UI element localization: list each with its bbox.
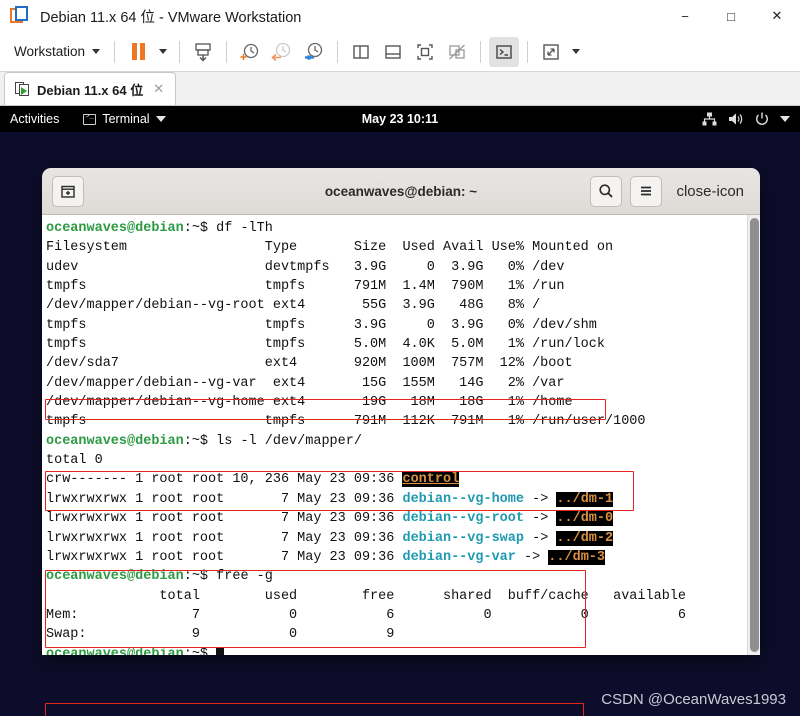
terminal-line: lrwxrwxrwx 1 root root 7 May 23 09:36 de… <box>46 511 614 527</box>
fullscreen-button[interactable] <box>410 37 440 67</box>
terminal-headerbar: oceanwaves@debian: ~ close-icon <box>42 168 760 215</box>
fullscreen-icon <box>417 43 433 60</box>
stretch-dropdown-button[interactable] <box>568 37 584 67</box>
toolbar-divider <box>226 40 228 63</box>
toolbar-divider <box>480 40 482 63</box>
unity-mode-icon <box>449 44 465 59</box>
terminal-search-button[interactable] <box>590 175 623 207</box>
terminal-line: oceanwaves@debian:~$ df -lTh <box>46 221 273 236</box>
terminal-line: lrwxrwxrwx 1 root root 7 May 23 09:36 de… <box>46 530 614 546</box>
gnome-top-bar: Activities Terminal May 23 10:11 <box>0 106 800 132</box>
terminal-line: oceanwaves@debian:~$ free -g <box>46 569 273 585</box>
pause-dropdown-button[interactable] <box>155 37 171 67</box>
terminal-line: /dev/mapper/debian--vg-var ext4 15G 155M… <box>46 375 565 391</box>
show-bottom-panel-button[interactable] <box>378 37 408 67</box>
vmware-toolbar: Workstation <box>0 32 800 72</box>
volume-icon <box>729 113 743 125</box>
sidebar-panel-icon <box>353 44 369 59</box>
terminal-line: Mem: 7 0 6 0 0 6 <box>46 607 687 623</box>
close-button[interactable]: ✕ <box>754 0 800 32</box>
show-sidebar-button[interactable] <box>346 37 376 67</box>
guest-screen: Activities Terminal May 23 10:11 <box>0 106 800 716</box>
take-snapshot-button[interactable] <box>235 37 265 67</box>
console-view-button[interactable] <box>489 36 520 67</box>
workstation-menu-label: Workstation <box>14 44 86 59</box>
pause-icon <box>131 43 145 60</box>
terminal-line: oceanwaves@debian:~$ <box>46 645 747 655</box>
hamburger-menu-icon <box>641 186 652 196</box>
window-controls: − □ ✕ <box>662 0 800 32</box>
vmware-logo-icon <box>10 6 30 26</box>
terminal-scrollbar[interactable] <box>747 215 760 655</box>
terminal-console-icon <box>496 44 512 59</box>
power-icon <box>756 112 768 125</box>
terminal-line: total 0 <box>46 453 103 469</box>
stretch-view-button[interactable] <box>536 37 566 67</box>
terminal-line: Filesystem Type Size Used Avail Use% Mou… <box>46 240 614 256</box>
pause-vm-button[interactable] <box>123 37 153 67</box>
vm-tabstrip: Debian 11.x 64 位 ✕ <box>0 72 800 106</box>
terminal-line: udev devtmpfs 3.9G 0 3.9G 0% /dev <box>46 259 565 275</box>
window-title: Debian 11.x 64 位 - VMware Workstation <box>40 9 302 26</box>
unity-mode-button[interactable] <box>442 37 472 67</box>
terminal-icon <box>83 113 97 125</box>
vm-tab-debian[interactable]: Debian 11.x 64 位 ✕ <box>4 72 177 105</box>
vmware-titlebar: Debian 11.x 64 位 - VMware Workstation − … <box>0 0 800 32</box>
search-icon <box>599 184 614 198</box>
maximize-button[interactable]: □ <box>708 0 754 32</box>
vm-tab-close-button[interactable]: ✕ <box>150 81 167 97</box>
snapshot-manage-icon <box>305 42 323 60</box>
terminal-line: total used free shared buff/cache availa… <box>46 588 687 604</box>
toolbar-divider <box>179 40 181 63</box>
scrollbar-thumb[interactable] <box>750 218 759 652</box>
new-tab-button[interactable] <box>52 175 84 207</box>
terminal-line: tmpfs tmpfs 5.0M 4.0K 5.0M 1% /run/lock <box>46 337 605 353</box>
terminal-line: oceanwaves@debian:~$ ls -l /dev/mapper/ <box>46 433 362 449</box>
system-menu-caret-icon <box>780 116 790 122</box>
terminal-line: lrwxrwxrwx 1 root root 7 May 23 09:36 de… <box>46 491 614 507</box>
terminal-menu-button[interactable] <box>630 175 663 207</box>
watermark: CSDN @OceanWaves1993 <box>601 691 786 708</box>
chevron-down-icon <box>572 49 581 54</box>
gnome-system-tray[interactable] <box>702 112 790 126</box>
minimize-button[interactable]: − <box>662 0 708 32</box>
terminal-body[interactable]: oceanwaves@debian:~$ df -lTh Filesystem T… <box>42 215 760 655</box>
expand-arrows-icon <box>543 43 559 60</box>
terminal-line: tmpfs tmpfs 791M 112K 791M 1% /run/user/… <box>46 414 646 430</box>
bottom-panel-icon <box>385 44 401 59</box>
vm-running-icon <box>15 82 30 96</box>
terminal-line: lrwxrwxrwx 1 root root 7 May 23 09:36 de… <box>46 549 606 565</box>
manage-snapshots-button[interactable] <box>299 37 329 67</box>
snapshot-revert-icon <box>271 42 291 61</box>
terminal-line: tmpfs tmpfs 3.9G 0 3.9G 0% /dev/shm <box>46 317 597 333</box>
toolbar-divider <box>527 40 529 63</box>
terminal-line: tmpfs tmpfs 791M 1.4M 790M 1% /run <box>46 279 565 295</box>
terminal-line: crw------- 1 root root 10, 236 May 23 09… <box>46 472 460 488</box>
toolbar-divider <box>337 40 339 63</box>
keyboard-send-icon <box>195 42 211 62</box>
revert-snapshot-button[interactable] <box>267 37 297 67</box>
workstation-menu-button[interactable]: Workstation <box>6 40 106 63</box>
send-ctrl-alt-del-button[interactable] <box>188 37 218 67</box>
snapshot-add-icon <box>240 43 259 60</box>
terminal-window: oceanwaves@debian: ~ close-icon oceanwav… <box>42 168 760 655</box>
terminal-line: /dev/sda7 ext4 920M 100M 757M 12% /boot <box>46 356 573 372</box>
vm-tab-label: Debian 11.x 64 位 <box>37 82 144 98</box>
activities-button[interactable]: Activities <box>10 112 59 126</box>
terminal-output: oceanwaves@debian:~$ df -lTh Filesystem T… <box>42 215 747 655</box>
terminal-line: /dev/mapper/debian--vg-root ext4 55G 3.9… <box>46 298 541 314</box>
chevron-down-icon <box>159 49 168 54</box>
new-tab-icon <box>61 185 75 198</box>
terminal-close-button[interactable]: close-icon <box>670 183 750 200</box>
annotation-swap-row <box>45 703 584 716</box>
terminal-line: /dev/mapper/debian--vg-home ext4 19G 18M… <box>46 395 573 411</box>
chevron-down-icon <box>155 116 166 122</box>
chevron-down-icon <box>92 49 101 54</box>
gnome-clock[interactable]: May 23 10:11 <box>362 112 438 126</box>
network-icon <box>702 112 717 126</box>
terminal-line: Swap: 9 0 9 <box>46 627 395 643</box>
app-menu-terminal[interactable]: Terminal <box>83 112 166 126</box>
app-menu-label: Terminal <box>102 112 150 126</box>
toolbar-divider <box>114 40 116 63</box>
